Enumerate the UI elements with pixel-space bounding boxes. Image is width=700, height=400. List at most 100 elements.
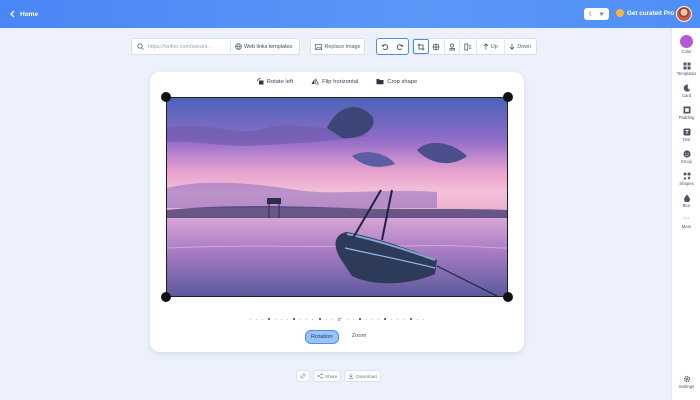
align-icon: [432, 43, 440, 50]
download-label: Download: [356, 373, 377, 379]
padding-icon: [682, 105, 691, 114]
sidebar-item-emoji[interactable]: Emoji: [672, 149, 700, 164]
emoji-icon: [682, 149, 691, 158]
download-icon: [349, 373, 354, 379]
flip-horizontal-button[interactable]: Flip horizontal: [311, 78, 358, 85]
sidebar-item-label: Blur: [682, 203, 691, 208]
sidebar-item-shapes[interactable]: Shapes: [672, 171, 700, 186]
right-sidebar: Color Templates Card Padding Text Emoji …: [671, 28, 700, 400]
up-button[interactable]: Up: [477, 38, 505, 55]
web-links-templates-button[interactable]: Web links templates: [235, 43, 292, 50]
get-pro-label: Get curateit Pro: [627, 9, 675, 17]
get-pro-button[interactable]: Get curateit Pro: [616, 9, 674, 17]
download-button[interactable]: Download: [344, 370, 381, 382]
crop-shape-label: Crop shape: [387, 78, 418, 85]
arrow-up-icon: [483, 43, 489, 50]
stamp-icon: [448, 43, 455, 50]
sidebar-item-settings[interactable]: Settings: [672, 374, 700, 389]
url-input[interactable]: https://twitter.com/savani...: [148, 44, 226, 50]
rotate-left-icon: [256, 78, 264, 85]
link-icon: [300, 373, 306, 379]
copy-link-button[interactable]: [296, 370, 310, 382]
redo-icon[interactable]: [396, 43, 404, 51]
grid-icon: [682, 61, 691, 70]
search-icon: [137, 43, 144, 50]
layers-icon: [464, 43, 472, 50]
tab-zoom[interactable]: Zoom: [347, 330, 372, 344]
more-icon: ···: [683, 215, 690, 222]
web-links-templates-label: Web links templates: [244, 43, 293, 50]
down-label: Down: [517, 43, 532, 50]
gear-icon: [682, 374, 691, 383]
rotation-dial[interactable]: 0°: [250, 316, 424, 322]
tools-toolbar: Up Down: [412, 38, 537, 55]
sun-icon[interactable]: ✳: [597, 10, 606, 19]
sidebar-item-card[interactable]: Card: [672, 83, 700, 98]
crop-tabs: Rotation Zoom: [305, 330, 371, 344]
crop-card: Rotate left Flip horizontal Crop shape 0…: [150, 72, 524, 352]
sidebar-item-label: Settings: [678, 384, 695, 389]
crop-handle-bottom-right[interactable]: [503, 292, 513, 302]
undo-redo-group: [376, 38, 409, 55]
avatar[interactable]: [676, 6, 692, 22]
stamp-button[interactable]: [445, 38, 461, 55]
crop-handle-bottom-left[interactable]: [161, 292, 171, 302]
rotate-left-label: Rotate left: [266, 78, 294, 85]
divider: [230, 41, 231, 52]
crop-handle-top-left[interactable]: [161, 92, 171, 102]
sidebar-item-text[interactable]: Text: [672, 127, 700, 142]
flip-horizontal-icon: [311, 78, 320, 85]
sidebar-item-templates[interactable]: Templates: [672, 61, 700, 76]
share-icon: [317, 373, 323, 379]
up-label: Up: [490, 43, 498, 50]
folder-icon: [376, 79, 384, 85]
url-toolbar: https://twitter.com/savani... Web links …: [131, 38, 300, 55]
sidebar-item-color[interactable]: Color: [672, 35, 700, 54]
bottom-actions: Share Download: [296, 370, 381, 382]
top-bar: Home ☾ ✳ Get curateit Pro: [0, 0, 700, 28]
share-button[interactable]: Share: [313, 370, 342, 382]
tab-rotation[interactable]: Rotation: [305, 330, 339, 344]
theme-toggle[interactable]: ☾ ✳: [584, 8, 609, 20]
moon-icon[interactable]: ☾: [587, 10, 596, 19]
sidebar-item-blur[interactable]: Blur: [672, 193, 700, 208]
sidebar-item-padding[interactable]: Padding: [672, 105, 700, 120]
crop-button[interactable]: [413, 39, 429, 54]
shapes-icon: [682, 171, 691, 180]
globe-icon: [235, 43, 242, 50]
home-link[interactable]: Home: [9, 10, 38, 18]
crop-icon: [417, 43, 425, 50]
sidebar-item-label: Shapes: [679, 181, 694, 186]
sidebar-item-more[interactable]: ··· More: [672, 214, 700, 229]
down-button[interactable]: Down: [505, 38, 536, 55]
share-label: Share: [325, 373, 338, 379]
sidebar-item-label: Text: [682, 137, 691, 142]
layers-button[interactable]: [460, 38, 477, 55]
replace-image-label: Replace image: [324, 43, 361, 50]
crop-frame[interactable]: [166, 97, 508, 297]
color-swatch-icon: [680, 35, 693, 48]
sidebar-item-label: Emoji: [681, 159, 692, 164]
sidebar-item-label: Card: [681, 93, 692, 98]
sidebar-item-label: More: [681, 224, 692, 229]
replace-image-button[interactable]: Replace image: [310, 38, 365, 55]
moon-icon: [682, 83, 691, 92]
image-icon: [314, 43, 322, 50]
crop-handle-top-right[interactable]: [503, 92, 513, 102]
home-label: Home: [20, 10, 39, 18]
chevron-left-icon: [10, 10, 15, 18]
crop-shape-button[interactable]: Crop shape: [376, 78, 417, 85]
crop-actions: Rotate left Flip horizontal Crop shape: [150, 78, 524, 85]
rotation-degree: 0°: [337, 316, 343, 322]
flip-horizontal-label: Flip horizontal: [322, 78, 359, 85]
text-icon: [682, 127, 691, 136]
arrow-down-icon: [510, 43, 515, 50]
sidebar-item-label: Padding: [678, 115, 695, 120]
align-button[interactable]: [429, 38, 445, 55]
undo-icon[interactable]: [381, 43, 389, 51]
sidebar-item-label: Templates: [676, 71, 697, 76]
pro-badge-icon: [616, 9, 624, 17]
sidebar-item-label: Color: [681, 49, 692, 54]
rotate-left-button[interactable]: Rotate left: [256, 78, 294, 85]
blur-icon: [682, 193, 691, 202]
